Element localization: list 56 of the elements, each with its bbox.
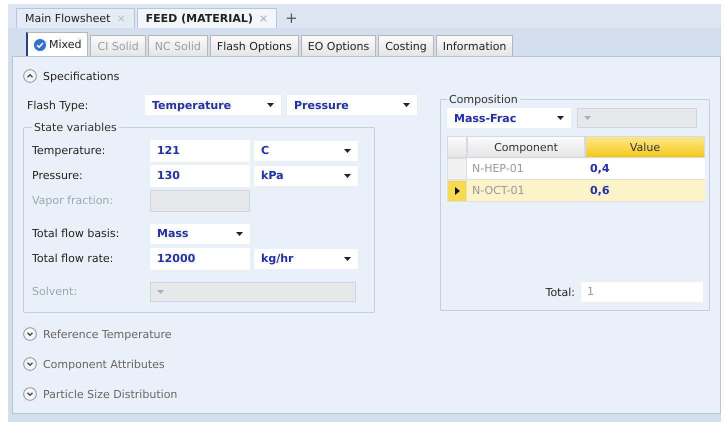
dropdown[interactable]: Temperature [145, 95, 281, 115]
section-title: Component Attributes [43, 358, 165, 370]
field-label: Total flow basis: [32, 227, 120, 240]
dropdown[interactable]: kg/hr [254, 248, 358, 268]
dropdown[interactable]: kPa [254, 166, 358, 186]
table-cell: N-OCT-01 [467, 180, 585, 202]
table-cell[interactable]: 0,4 [585, 158, 705, 180]
row-header[interactable] [447, 180, 467, 202]
property-tab[interactable]: EO Options [300, 35, 376, 56]
column-header[interactable]: Component [467, 136, 585, 158]
dropdown[interactable]: C [254, 140, 358, 160]
caret-icon [157, 290, 164, 294]
caret-icon [267, 103, 274, 107]
field-label: Total: [546, 286, 575, 298]
section-title: Reference Temperature [43, 328, 172, 340]
dropdown[interactable]: Mass-Frac [447, 108, 571, 128]
field-label: Temperature: [32, 144, 106, 157]
expand-icon[interactable] [23, 357, 37, 371]
section-title: Particle Size Distribution [43, 388, 178, 400]
field-label: Pressure: [32, 169, 84, 182]
caret-icon [344, 256, 351, 260]
column-header[interactable]: Value [585, 136, 705, 158]
field-label: Solvent: [32, 285, 78, 298]
table-cell[interactable]: 0,6 [585, 180, 705, 202]
input-field[interactable]: 12000 [150, 248, 250, 270]
dropdown[interactable]: Pressure [287, 95, 417, 115]
total-field: 1 [581, 282, 703, 302]
input-field[interactable]: 121 [150, 140, 250, 162]
property-tab[interactable]: Information [436, 35, 514, 56]
caret-icon [557, 116, 564, 120]
field-label: Flash Type: [27, 98, 90, 112]
expand-icon[interactable] [23, 387, 37, 401]
section-title: Specifications [43, 70, 120, 82]
document-tab[interactable]: Main Flowsheet × [16, 8, 135, 28]
caret-icon [236, 232, 243, 236]
caret-icon [584, 116, 591, 120]
collapse-icon[interactable] [23, 69, 37, 83]
field-label: Vapor fraction: [32, 194, 114, 207]
property-tab[interactable]: Costing [378, 35, 434, 56]
expand-icon[interactable] [23, 327, 37, 341]
group-title: State variables [33, 121, 118, 134]
caret-icon [344, 148, 351, 152]
group-title: Composition [448, 93, 519, 106]
caret-icon [403, 103, 410, 107]
field-label: Total flow rate: [32, 252, 114, 265]
property-tab[interactable]: Flash Options [210, 35, 299, 56]
document-tab[interactable]: FEED (MATERIAL) × [136, 8, 278, 28]
input-field[interactable]: 130 [150, 164, 250, 186]
header-cell [447, 136, 467, 158]
check-circle-icon [34, 38, 46, 50]
table-cell: N-HEP-01 [467, 158, 585, 180]
new-tab-button[interactable]: + [279, 8, 304, 28]
current-row-icon [454, 187, 460, 195]
property-tab[interactable]: Mixed [26, 32, 88, 56]
caret-icon [344, 174, 351, 178]
dropdown[interactable]: Mass [150, 224, 250, 244]
